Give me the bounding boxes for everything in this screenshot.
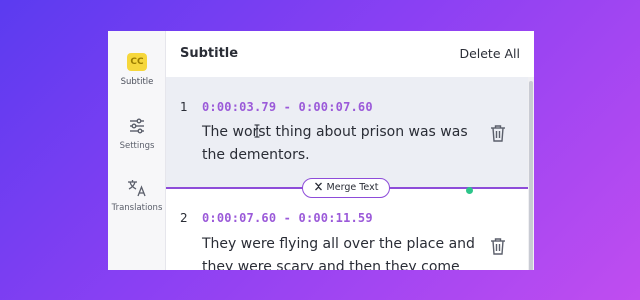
text-cursor-icon <box>254 124 260 138</box>
status-dot <box>466 187 473 194</box>
subtitle-timestamp[interactable]: 0:00:03.79 - 0:00:07.60 <box>202 100 373 114</box>
sidebar-item-subtitle[interactable]: CC Subtitle <box>108 53 166 87</box>
merge-text-button[interactable]: Merge Text <box>302 178 390 198</box>
translate-icon <box>128 180 146 197</box>
subtitle-editor-panel: CC Subtitle Settings Translations Subtit… <box>108 31 534 270</box>
sliders-icon <box>130 118 144 134</box>
sidebar: CC Subtitle Settings Translations <box>108 31 166 270</box>
page-title: Subtitle <box>180 46 239 61</box>
subtitle-index: 1 <box>180 100 188 114</box>
subtitle-timestamp[interactable]: 0:00:07.60 - 0:00:11.59 <box>202 211 373 225</box>
sidebar-item-label: Subtitle <box>120 77 154 87</box>
sidebar-item-label: Settings <box>119 141 155 151</box>
subtitle-row[interactable]: 2 0:00:07.60 - 0:00:11.59 They were flyi… <box>166 188 528 270</box>
scrollbar[interactable] <box>528 77 534 270</box>
sidebar-item-label: Translations <box>111 203 163 213</box>
merge-icon <box>314 182 322 191</box>
subtitle-index: 2 <box>180 211 188 225</box>
scrollbar-thumb[interactable] <box>529 81 533 270</box>
sidebar-item-settings[interactable]: Settings <box>108 117 166 151</box>
panel-header: Subtitle Delete All <box>166 31 534 77</box>
subtitle-text[interactable]: They were flying all over the place and … <box>202 233 492 270</box>
trash-icon[interactable] <box>490 237 506 255</box>
subtitle-row[interactable]: 1 0:00:03.79 - 0:00:07.60 The worst thin… <box>166 77 528 188</box>
subtitle-text[interactable]: The worst thing about prison was was the… <box>202 121 482 167</box>
subtitle-list: Subtitle Delete All 1 0:00:03.79 - 0:00:… <box>166 31 534 270</box>
merge-text-label: Merge Text <box>326 182 379 193</box>
cc-icon: CC <box>127 53 147 71</box>
delete-all-button[interactable]: Delete All <box>459 46 520 61</box>
trash-icon[interactable] <box>490 124 506 142</box>
sidebar-item-translations[interactable]: Translations <box>108 179 166 213</box>
